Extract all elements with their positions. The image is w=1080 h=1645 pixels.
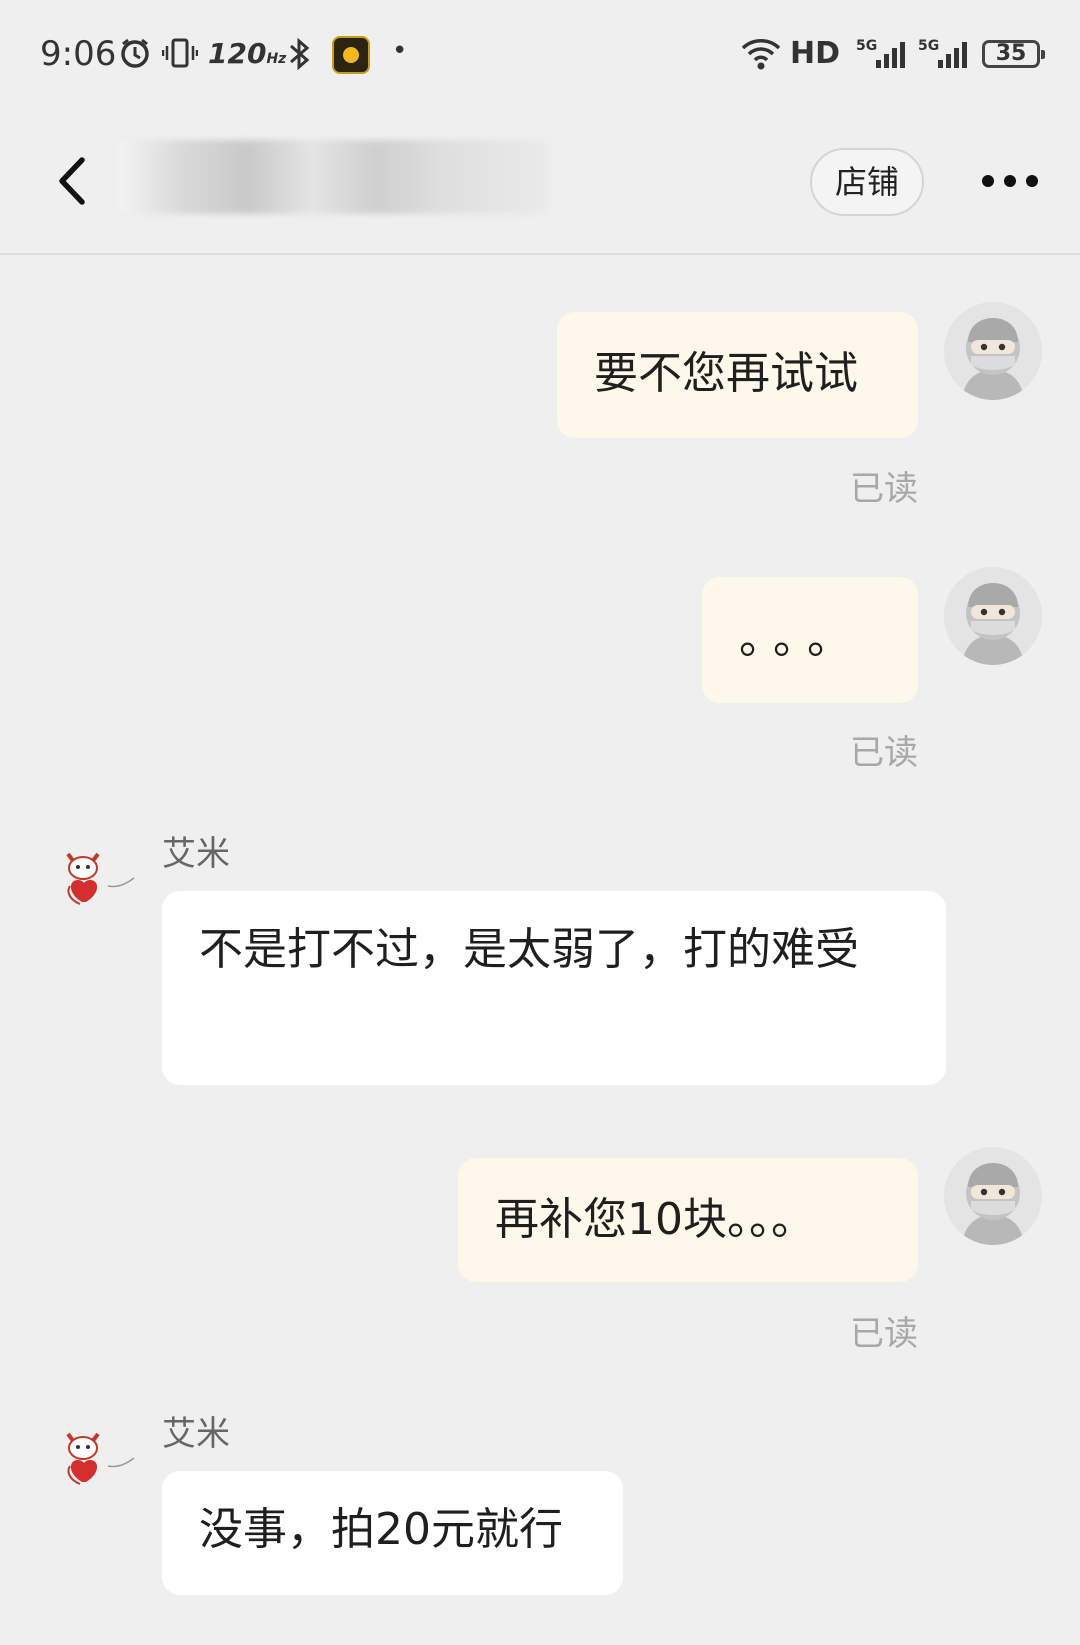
message-bubble-sent[interactable]: 再补您10块。。。: [458, 1158, 918, 1282]
refresh-rate-indicator: 120Hz: [208, 37, 287, 70]
wifi-icon: [740, 36, 782, 81]
contact-avatar[interactable]: [58, 846, 142, 916]
sim1-network: 5G: [856, 38, 878, 54]
notification-dot: •: [392, 36, 408, 66]
read-status: 已读: [850, 469, 918, 509]
ninja-avatar-icon: [944, 302, 1042, 400]
ninja-avatar-icon: [944, 1147, 1042, 1245]
app-notification-icon: [332, 36, 370, 74]
status-time: 9:06: [40, 34, 117, 74]
user-avatar[interactable]: [944, 567, 1042, 665]
back-arrow-icon[interactable]: [50, 150, 96, 212]
signal-icon: [938, 42, 967, 68]
alarm-icon: [118, 36, 152, 79]
sender-name: 艾米: [162, 834, 230, 874]
status-bar: 9:06 120Hz • HD 5G 5G 35: [0, 0, 1080, 110]
message-text: 没事，拍20元就行: [199, 1504, 563, 1555]
shop-button[interactable]: 店铺: [810, 148, 924, 216]
message-bubble-received[interactable]: 没事，拍20元就行: [162, 1471, 623, 1595]
message-bubble-received[interactable]: 不是打不过，是太弱了，打的难受: [162, 891, 946, 1085]
user-avatar[interactable]: [944, 1147, 1042, 1245]
sender-name: 艾米: [162, 1414, 230, 1454]
message-text: 要不您再试试: [594, 348, 858, 399]
message-text: 再补您10块。。。: [495, 1194, 815, 1245]
chat-title-blurred: [118, 140, 548, 214]
vibrate-icon: [161, 36, 199, 79]
chat-header: 店铺: [0, 110, 1080, 255]
message-bubble-sent[interactable]: 要不您再试试: [557, 312, 918, 438]
battery-icon: 35: [982, 40, 1045, 68]
contact-avatar[interactable]: [58, 1426, 142, 1496]
user-avatar[interactable]: [944, 302, 1042, 400]
cow-heart-avatar-icon: [66, 1432, 135, 1485]
bluetooth-icon: [286, 36, 312, 81]
read-status: 已读: [850, 1314, 918, 1354]
signal-icon: [876, 42, 905, 68]
cow-heart-avatar-icon: [66, 852, 135, 905]
read-status: 已读: [850, 733, 918, 773]
message-text: 。。。: [739, 613, 863, 664]
message-text: 不是打不过，是太弱了，打的难受: [199, 924, 859, 975]
ninja-avatar-icon: [944, 567, 1042, 665]
message-bubble-sent[interactable]: 。。。: [702, 577, 918, 703]
hd-indicator: HD: [790, 36, 841, 71]
more-dots-icon[interactable]: [982, 166, 1046, 196]
sim2-network: 5G: [918, 38, 940, 54]
